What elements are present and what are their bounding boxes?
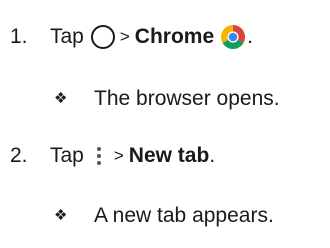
more-options-icon — [94, 143, 104, 169]
step-1-tap-label: Tap — [50, 25, 84, 48]
step-2-separator: > — [113, 146, 124, 165]
step-2: 2. Tap > New tab . — [0, 143, 215, 169]
step-1-number: 1. — [10, 25, 28, 48]
step-1-result-bullet: ❖ — [54, 90, 68, 107]
step-2-number: 2. — [10, 144, 28, 167]
step-1-end-punct: . — [247, 25, 253, 48]
step-1-result-text: The browser opens. — [94, 87, 280, 110]
step-2-result: ❖ A new tab appears. — [0, 203, 274, 229]
chrome-icon — [220, 24, 246, 50]
step-2-end-punct: . — [209, 144, 216, 167]
step-2-result-text: A new tab appears. — [94, 204, 274, 227]
step-1-target-label: Chrome — [134, 25, 215, 48]
home-circle-icon — [90, 24, 116, 50]
step-1-result: ❖ The browser opens. — [0, 86, 280, 112]
step-2-result-bullet: ❖ — [54, 207, 68, 224]
step-1-separator: > — [119, 27, 130, 46]
step-2-target-label: New tab — [128, 144, 210, 167]
step-1: 1. Tap > Chrome . — [0, 24, 253, 50]
step-2-tap-label: Tap — [50, 144, 84, 167]
